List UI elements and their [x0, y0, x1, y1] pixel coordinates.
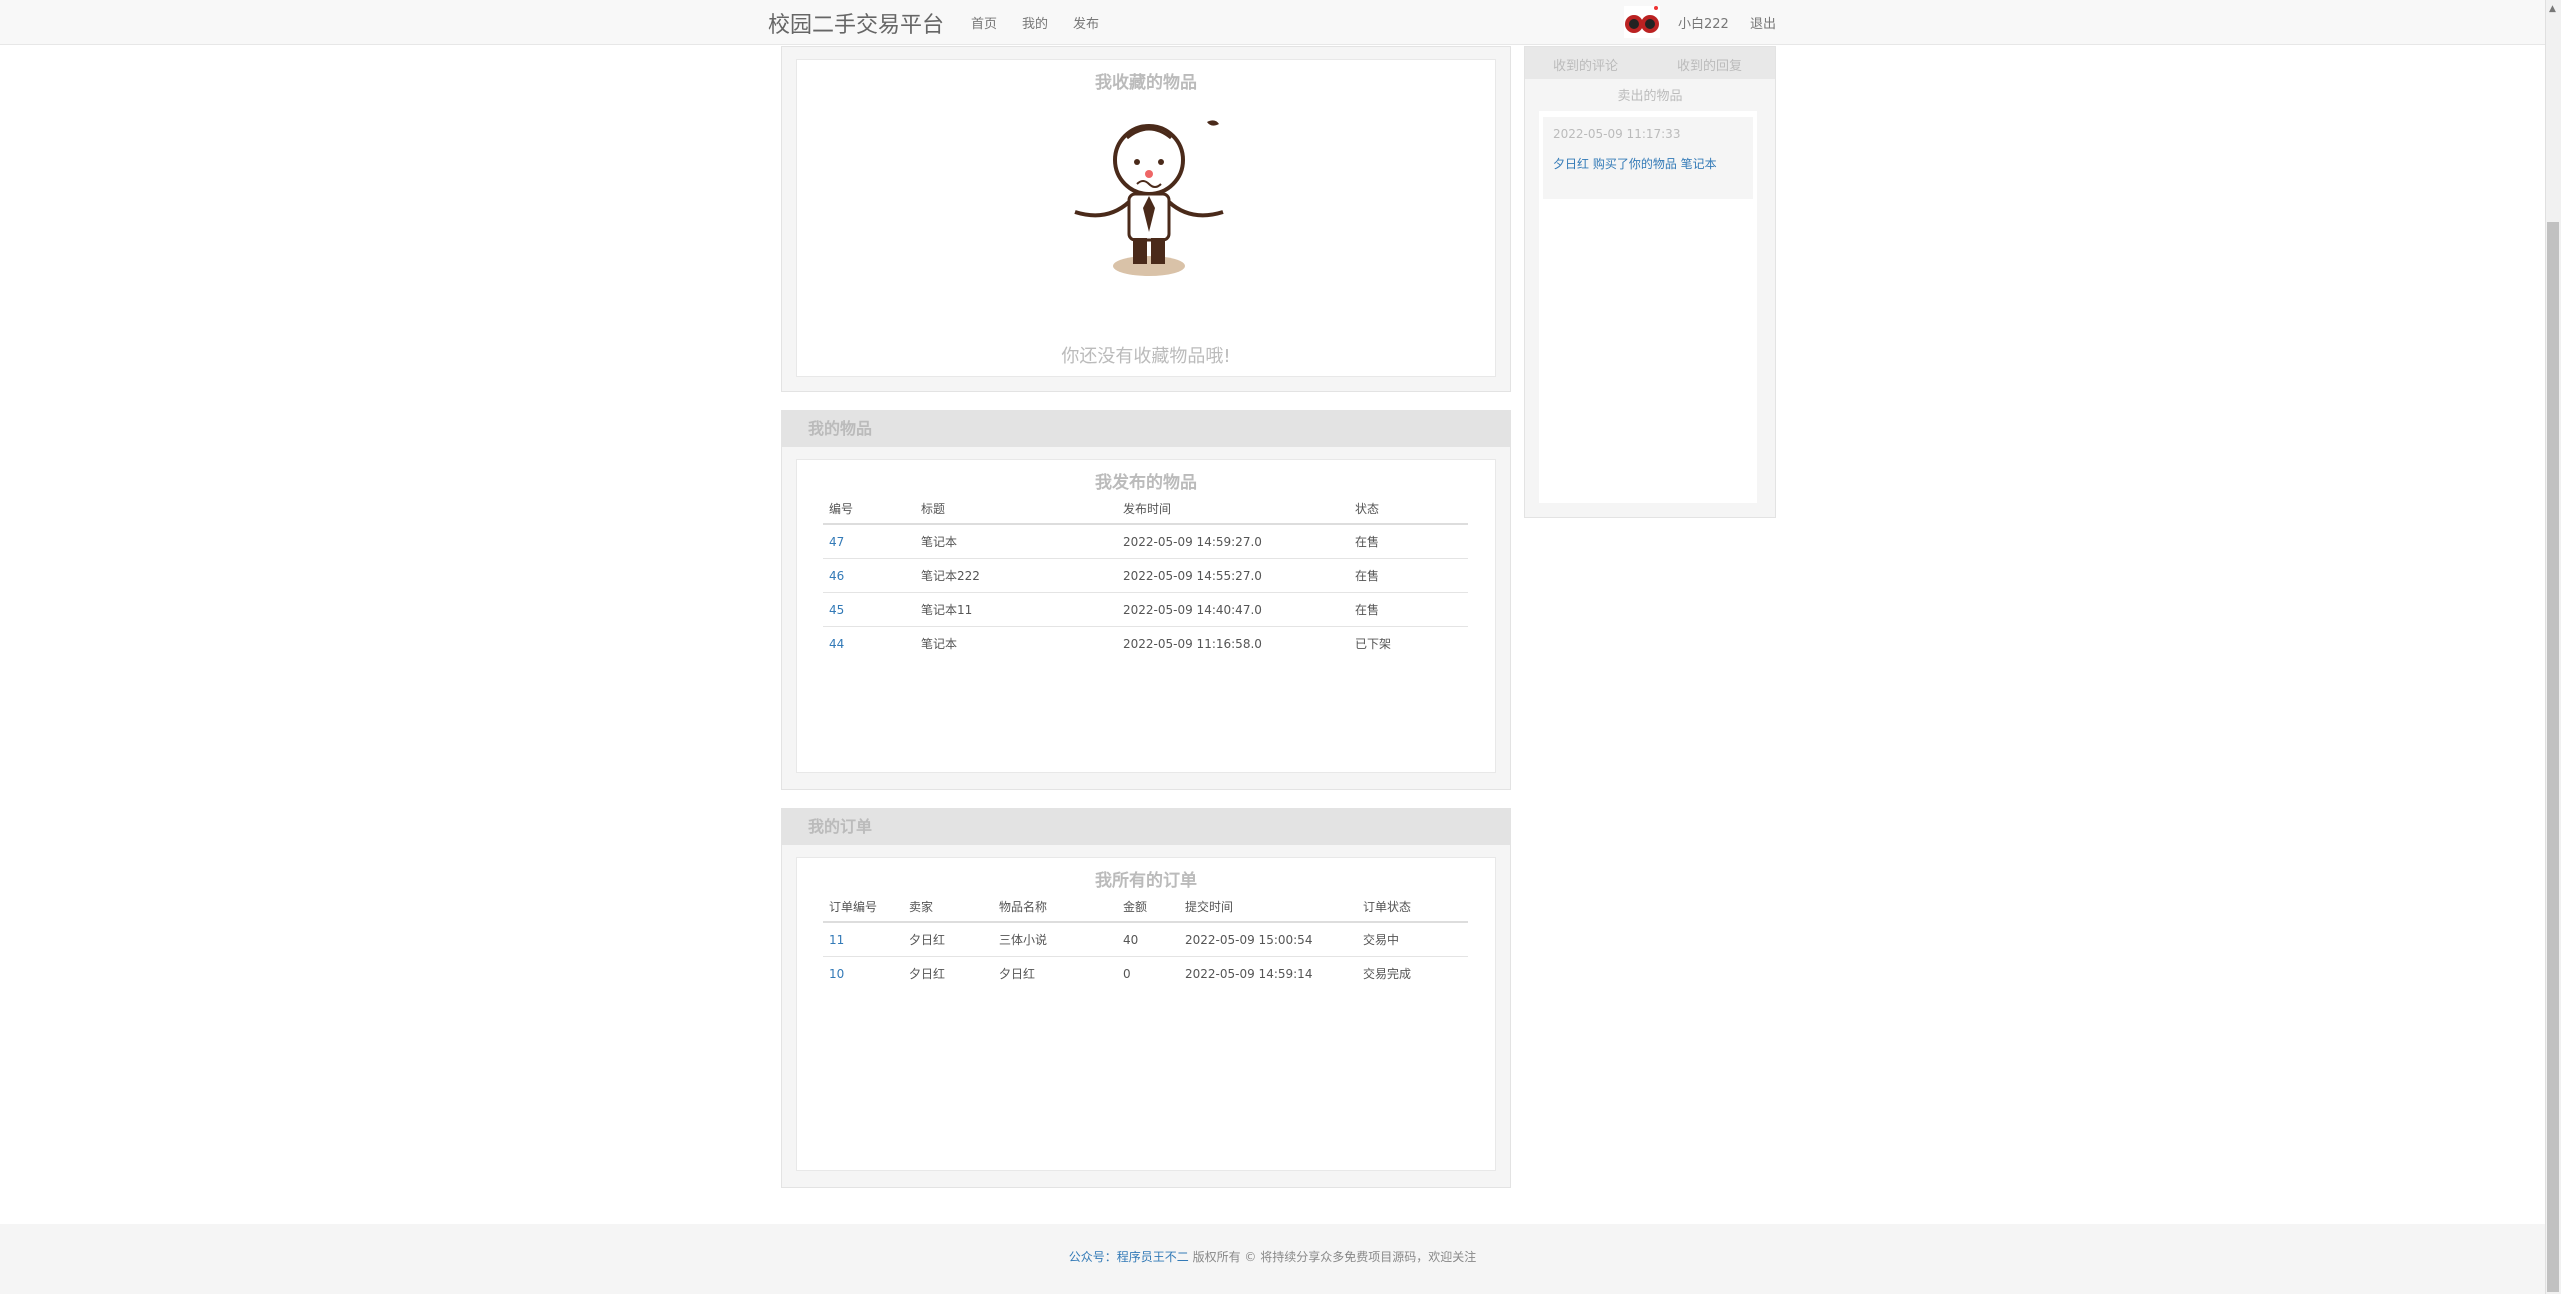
- item-time: 2022-05-09 11:16:58.0: [1123, 636, 1262, 651]
- column-header: 发布时间: [1117, 494, 1349, 525]
- tab-received-replies[interactable]: 收到的回复: [1677, 55, 1742, 74]
- table-row: 11 夕日红 三体小说 40 2022-05-09 15:00:54 交易中: [823, 922, 1468, 957]
- order-seller: 夕日红: [909, 967, 946, 981]
- message-text[interactable]: 夕日红 购买了你的物品 笔记本: [1553, 155, 1743, 172]
- scrollbar-thumb[interactable]: [2547, 222, 2559, 1292]
- item-time: 2022-05-09 14:59:27.0: [1117, 524, 1349, 559]
- item-status: 已下架: [1355, 637, 1392, 651]
- order-item-name: 夕日红: [999, 967, 1036, 981]
- column-header: 订单状态: [1357, 892, 1468, 923]
- page-footer: 公众号：程序员王不二 版权所有 © 将持续分享众多免费项目源码，欢迎关注: [0, 1224, 2545, 1294]
- column-header: 金额: [1117, 892, 1179, 923]
- item-title: 笔记本: [915, 524, 1117, 559]
- item-status: 在售: [1349, 524, 1468, 559]
- item-status: 在售: [1349, 558, 1468, 593]
- order-amount: 0: [1123, 966, 1131, 981]
- order-time: 2022-05-09 15:00:54: [1179, 922, 1357, 957]
- list-item[interactable]: 2022-05-09 11:17:33 夕日红 购买了你的物品 笔记本: [1543, 117, 1753, 199]
- footer-link[interactable]: 公众号：程序员王不二: [1069, 1250, 1189, 1264]
- my-orders-title: 我所有的订单: [1095, 871, 1197, 891]
- favorites-inner: 我收藏的物品 你还没有收藏物品哦!: [796, 59, 1496, 377]
- user-name[interactable]: 小白222: [1678, 13, 1729, 32]
- item-title: 笔记本11: [915, 592, 1117, 627]
- item-id-link[interactable]: 44: [823, 627, 915, 661]
- column-header: 订单编号: [823, 892, 903, 923]
- column-header: 状态: [1349, 494, 1468, 525]
- top-navbar: 校园二手交易平台 首页 我的 发布 小白222 退出: [0, 0, 2545, 45]
- item-id-link[interactable]: 45: [823, 592, 915, 627]
- table-row: 47 笔记本 2022-05-09 14:59:27.0 在售: [823, 524, 1468, 559]
- tab-received-comments[interactable]: 收到的评论: [1553, 55, 1618, 74]
- column-header: 卖家: [903, 892, 993, 923]
- table-row: 46 笔记本222 2022-05-09 14:55:27.0 在售: [823, 558, 1468, 593]
- my-items-table: 编号 标题 发布时间 状态 47 笔记本 2022-05-09 14:59:27…: [823, 494, 1468, 660]
- order-seller: 夕日红: [903, 922, 993, 957]
- item-title: 笔记本: [921, 637, 958, 651]
- footer-copyright: 版权所有 © 将持续分享众多免费项目源码，欢迎关注: [1188, 1250, 1477, 1264]
- my-items-title: 我发布的物品: [1095, 473, 1197, 493]
- table-row: 45 笔记本11 2022-05-09 14:40:47.0 在售: [823, 592, 1468, 627]
- order-time: 2022-05-09 14:59:14: [1185, 966, 1313, 981]
- item-time: 2022-05-09 14:55:27.0: [1117, 558, 1349, 593]
- item-time: 2022-05-09 14:40:47.0: [1117, 592, 1349, 627]
- order-id-link[interactable]: 10: [823, 957, 903, 991]
- my-orders-panel-title: 我的订单: [782, 809, 1510, 845]
- my-orders-panel: 我的订单 我所有的订单 订单编号 卖家 物品名称 金额 提交时间 订单状态 11…: [781, 808, 1511, 1188]
- my-items-panel-title: 我的物品: [782, 411, 1510, 447]
- my-orders-table: 订单编号 卖家 物品名称 金额 提交时间 订单状态 11 夕日红 三体小说 40…: [823, 892, 1468, 990]
- order-status: 交易完成: [1363, 967, 1412, 981]
- order-id-link[interactable]: 11: [823, 922, 903, 957]
- favorites-title: 我收藏的物品: [1095, 73, 1197, 93]
- table-row: 10 夕日红 夕日红 0 2022-05-09 14:59:14 交易完成: [823, 957, 1468, 991]
- item-id-link[interactable]: 47: [823, 524, 915, 559]
- item-id-link[interactable]: 46: [823, 558, 915, 593]
- table-row: 44 笔记本 2022-05-09 11:16:58.0 已下架: [823, 627, 1468, 661]
- message-time: 2022-05-09 11:17:33: [1553, 127, 1681, 141]
- column-header: 物品名称: [993, 892, 1117, 923]
- logout-link[interactable]: 退出: [1750, 13, 1776, 32]
- order-amount: 40: [1117, 922, 1179, 957]
- brand-title[interactable]: 校园二手交易平台: [768, 7, 944, 39]
- column-header: 编号: [823, 494, 915, 525]
- item-title: 笔记本222: [915, 558, 1117, 593]
- sidebar-subtitle: 卖出的物品: [1617, 89, 1683, 104]
- item-status: 在售: [1349, 592, 1468, 627]
- column-header: 提交时间: [1179, 892, 1357, 923]
- order-item-name: 三体小说: [993, 922, 1117, 957]
- empty-illustration: [1067, 112, 1237, 282]
- nav-mine[interactable]: 我的: [1022, 13, 1048, 32]
- sidebar-tabs: 收到的评论 收到的回复: [1525, 47, 1775, 79]
- order-status: 交易中: [1357, 922, 1468, 957]
- my-orders-inner: 我所有的订单 订单编号 卖家 物品名称 金额 提交时间 订单状态 11 夕日红 …: [796, 857, 1496, 1171]
- footer-text: 公众号：程序员王不二 版权所有 © 将持续分享众多免费项目源码，欢迎关注: [0, 1248, 2545, 1265]
- column-header: 标题: [915, 494, 1117, 525]
- avatar[interactable]: [1624, 6, 1660, 38]
- favorites-panel: 我收藏的物品 你还没有收藏物品哦!: [781, 46, 1511, 392]
- favorites-empty-text: 你还没有收藏物品哦!: [1061, 346, 1231, 367]
- my-items-inner: 我发布的物品 编号 标题 发布时间 状态 47 笔记本 2022-05-09 1…: [796, 459, 1496, 773]
- nav-home[interactable]: 首页: [971, 13, 997, 32]
- nav-publish[interactable]: 发布: [1073, 13, 1099, 32]
- scroll-up-arrow-icon[interactable]: ▲: [2549, 4, 2556, 14]
- sidebar-message-list: 2022-05-09 11:17:33 夕日红 购买了你的物品 笔记本: [1539, 111, 1757, 503]
- my-items-panel: 我的物品 我发布的物品 编号 标题 发布时间 状态 47 笔记本 2022-05…: [781, 410, 1511, 790]
- notifications-sidebar: 收到的评论 收到的回复 卖出的物品 2022-05-09 11:17:33 夕日…: [1524, 46, 1776, 518]
